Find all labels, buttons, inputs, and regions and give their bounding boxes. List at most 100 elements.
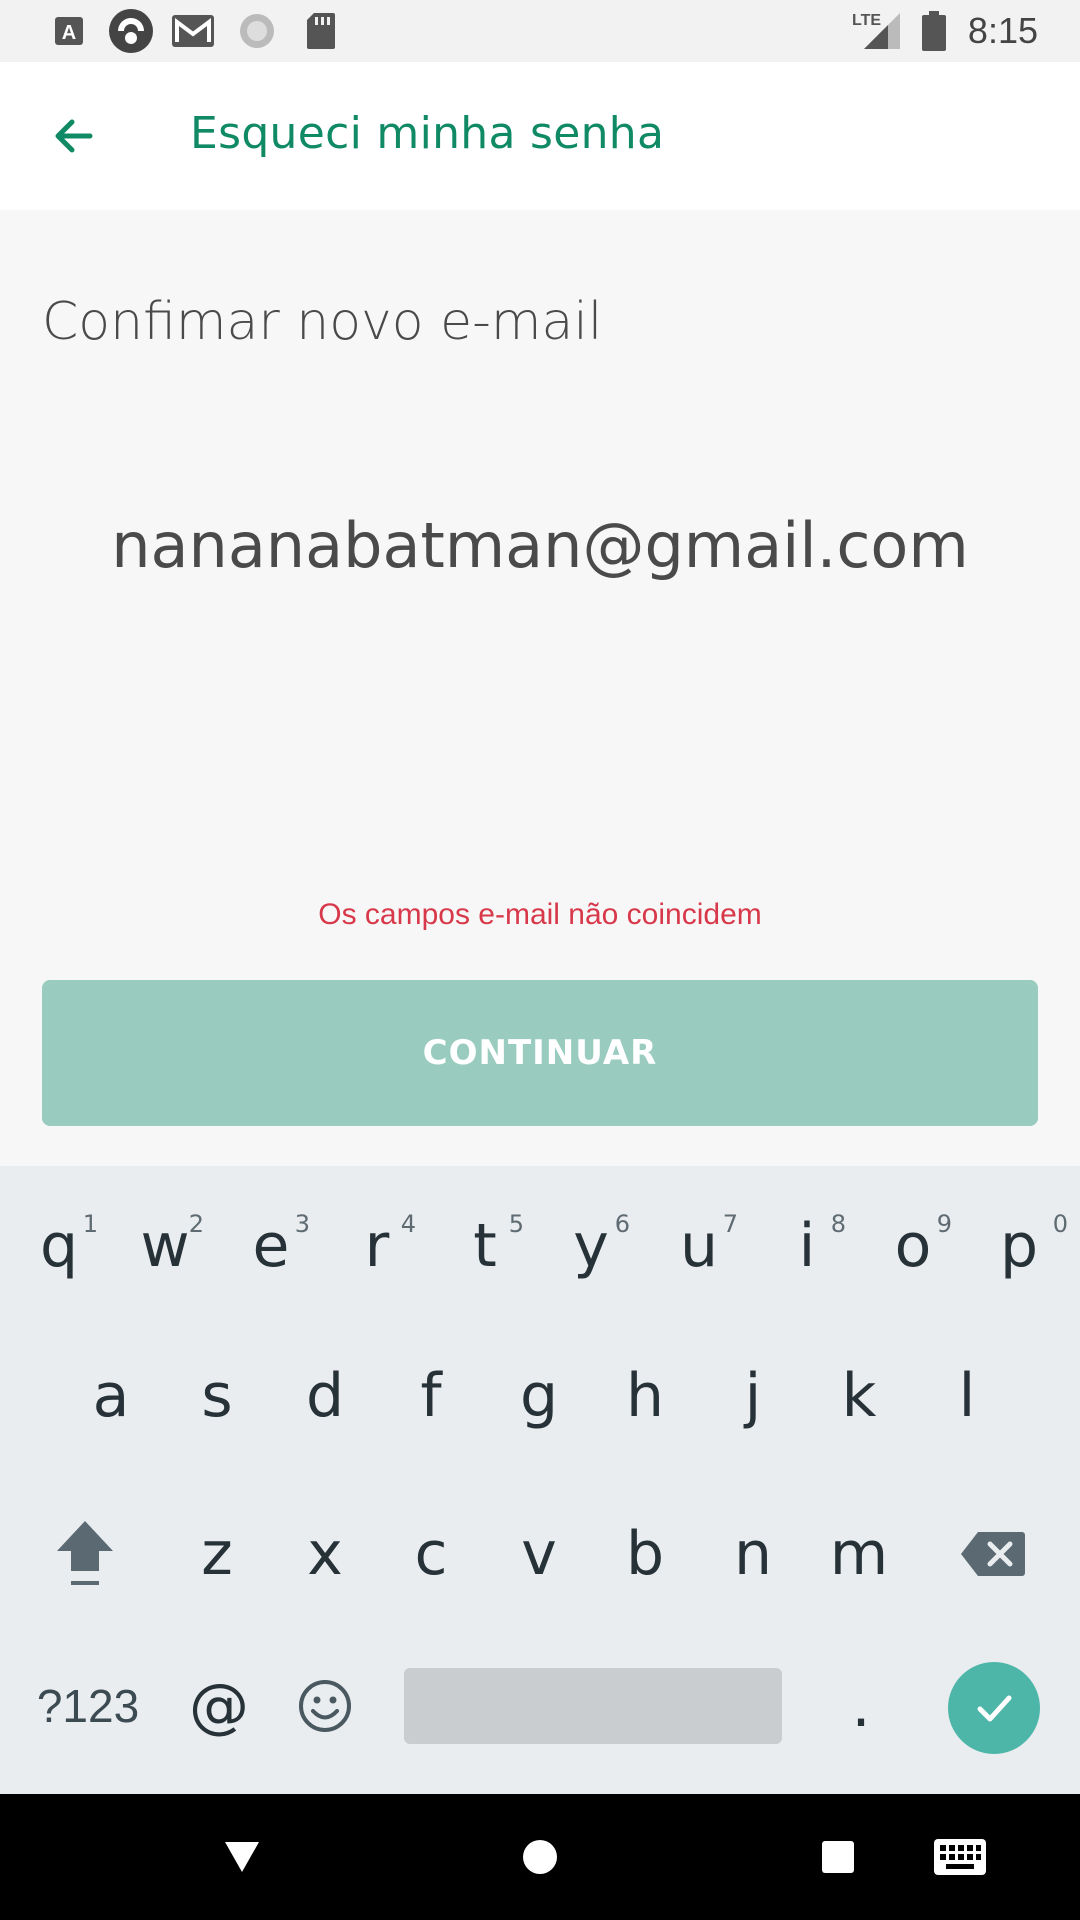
key-hint: 0 [1052,1210,1068,1238]
key-label: l [958,1361,976,1431]
key-h[interactable]: h [592,1336,698,1456]
continue-button[interactable]: CONTINUAR [42,980,1038,1126]
key-b[interactable]: b [592,1494,698,1614]
key-label: o [894,1211,932,1281]
key-hint: 7 [722,1210,738,1238]
at-key[interactable]: @ [166,1646,272,1766]
key-hint: 9 [936,1210,952,1238]
key-o[interactable]: o9 [860,1186,966,1306]
key-g[interactable]: g [486,1336,592,1456]
key-u[interactable]: u7 [646,1186,752,1306]
status-bar: A LTE 8:15 [0,0,1080,62]
sd-card-icon [304,10,338,52]
key-n[interactable]: n [700,1494,806,1614]
key-label: j [744,1361,762,1431]
navigation-bar [0,1794,1080,1920]
key-k[interactable]: k [806,1336,912,1456]
key-c[interactable]: c [378,1494,484,1614]
battery-icon [920,10,948,52]
key-label: n [733,1519,773,1589]
key-hint: 1 [82,1210,98,1238]
key-label: c [414,1519,448,1589]
key-hint: 3 [294,1210,310,1238]
key-label: e [252,1211,290,1281]
nav-back-button[interactable] [202,1822,282,1892]
signal-icon [862,10,902,52]
key-j[interactable]: j [700,1336,806,1456]
key-v[interactable]: v [486,1494,592,1614]
nav-recents-button[interactable] [798,1822,878,1892]
key-label: a [92,1361,130,1431]
backspace-key[interactable] [940,1494,1046,1614]
key-hint: 5 [508,1210,524,1238]
key-d[interactable]: d [272,1336,378,1456]
emoji-icon [299,1680,351,1732]
app-bar: Esqueci minha senha [0,62,1080,210]
blue-circle-app-icon [106,9,156,53]
key-l[interactable]: l [914,1336,1020,1456]
key-hint: 6 [614,1210,630,1238]
key-label: f [420,1361,442,1431]
key-label: i [798,1211,816,1281]
key-e[interactable]: e3 [218,1186,324,1306]
key-s[interactable]: s [164,1336,270,1456]
symbols-key[interactable]: ?123 [24,1666,152,1746]
keyboard-switch-button[interactable] [920,1822,1000,1892]
key-w[interactable]: w2 [112,1186,218,1306]
key-y[interactable]: y6 [538,1186,644,1306]
key-label: q [39,1211,79,1281]
key-p[interactable]: p0 [966,1186,1072,1306]
error-message: Os campos e-mail não coincidem [318,898,762,931]
key-r[interactable]: r4 [324,1186,430,1306]
key-label: w [140,1211,190,1281]
key-m[interactable]: m [806,1494,912,1614]
key-label: m [829,1519,889,1589]
keyboard-icon [934,1839,986,1875]
key-q[interactable]: q1 [6,1186,112,1306]
space-key[interactable] [404,1668,782,1744]
confirm-email-input[interactable] [0,500,1080,590]
key-label: u [679,1211,719,1281]
square-icon [822,1841,854,1873]
key-i[interactable]: i8 [754,1186,860,1306]
emoji-key[interactable] [272,1646,378,1766]
shift-key[interactable] [32,1494,138,1614]
shift-icon [57,1521,113,1585]
gmail-icon [170,10,216,52]
key-z[interactable]: z [164,1494,270,1614]
key-label: . [851,1671,871,1741]
key-label: g [519,1361,559,1431]
key-label: k [841,1361,877,1431]
nav-home-button[interactable] [500,1822,580,1892]
confirm-email-label: Confimar novo e-mail [42,292,603,352]
key-f[interactable]: f [378,1336,484,1456]
key-label: h [625,1361,665,1431]
key-hint: 4 [400,1210,416,1238]
page-title: Esqueci minha senha [190,108,665,159]
key-label: b [625,1519,665,1589]
triangle-down-icon [225,1842,259,1872]
back-button[interactable] [42,104,106,168]
done-key[interactable] [948,1662,1040,1754]
key-label: x [307,1519,343,1589]
key-hint: 2 [188,1210,204,1238]
key-hint: 8 [830,1210,846,1238]
key-label: r [364,1211,390,1281]
arrow-left-icon [55,119,93,153]
key-label: @ [189,1671,249,1741]
key-label: p [999,1211,1039,1281]
key-a[interactable]: a [58,1336,164,1456]
key-t[interactable]: t5 [432,1186,538,1306]
key-label: y [573,1211,609,1281]
text-a-icon: A [52,10,86,52]
key-label: s [201,1361,233,1431]
home-circle-icon [523,1840,557,1874]
clock: 8:15 [967,10,1038,51]
checkmark-icon [977,1695,1012,1722]
key-label: t [473,1211,497,1281]
backspace-icon [961,1532,1025,1576]
key-x[interactable]: x [272,1494,378,1614]
key-label: v [521,1519,557,1589]
period-key[interactable]: . [808,1646,914,1766]
loading-circle-icon [236,10,278,52]
